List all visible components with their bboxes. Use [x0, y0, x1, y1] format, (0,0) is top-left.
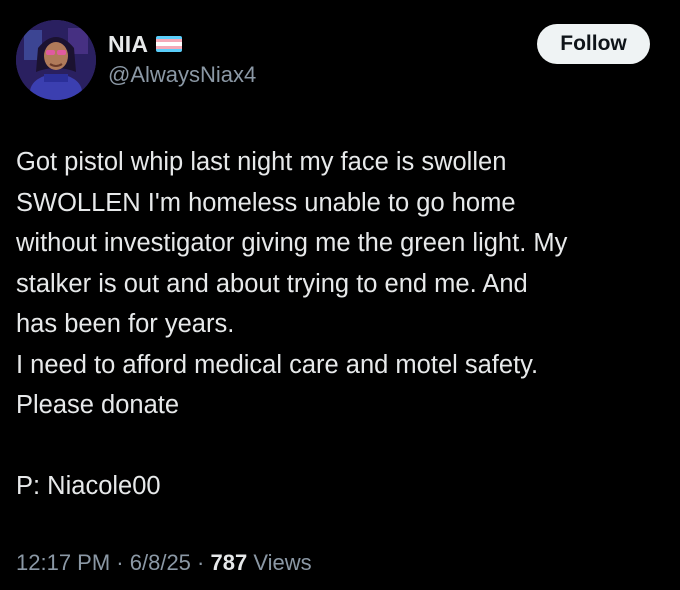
tweet-date[interactable]: 6/8/25	[130, 550, 191, 575]
tweet-text: Got pistol whip last night my face is sw…	[16, 142, 666, 507]
meta-separator: ·	[116, 550, 124, 575]
tweet-time[interactable]: 12:17 PM	[16, 550, 110, 575]
tweet-text-line: SWOLLEN I'm homeless unable to go home	[16, 188, 516, 217]
views-label: Views	[253, 550, 312, 575]
views-count: 787	[210, 550, 248, 575]
tweet-text-line: stalker is out and about trying to end m…	[16, 269, 528, 298]
author-handle[interactable]: @AlwaysNiax4	[108, 62, 256, 88]
tweet-text-line: Got pistol whip last night my face is sw…	[16, 148, 507, 176]
meta-separator: ·	[197, 550, 205, 575]
tweet-text-line: has been for years.	[16, 310, 235, 338]
tweet-card: NIA @AlwaysNiax4 Follow Got pistol whip …	[0, 0, 680, 590]
transgender-flag-icon	[156, 36, 183, 52]
author-display-name[interactable]: NIA	[108, 31, 148, 58]
tweet-text-line: Please donate	[16, 391, 180, 419]
avatar[interactable]	[16, 20, 96, 100]
tweet-text-line: without investigator giving me the green…	[16, 229, 568, 257]
author-name-row: NIA	[108, 30, 183, 58]
avatar-illustration	[16, 20, 96, 100]
tweet-meta: 12:17 PM · 6/8/25 · 787 Views	[16, 550, 312, 576]
tweet-text-line: I need to afford medical care and motel …	[16, 350, 539, 379]
follow-button[interactable]: Follow	[537, 24, 650, 64]
tweet-text-line: P: Niacole00	[16, 472, 161, 500]
